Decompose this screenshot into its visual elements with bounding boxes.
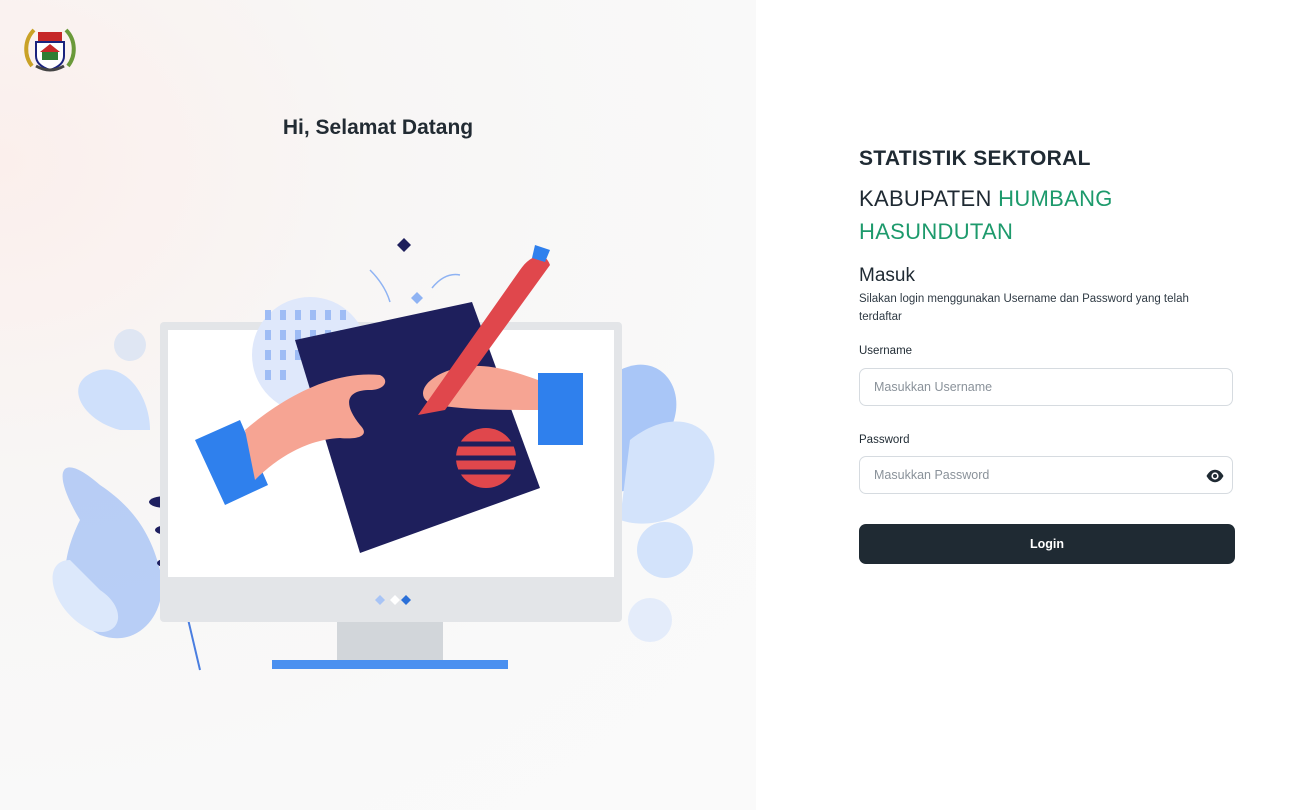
welcome-title: Hi, Selamat Datang bbox=[282, 116, 474, 139]
login-heading: Masuk bbox=[859, 265, 915, 286]
welcome-panel: Hi, Selamat Datang bbox=[0, 0, 756, 810]
username-input[interactable] bbox=[859, 368, 1233, 406]
monitor-signing-illustration bbox=[52, 238, 715, 671]
password-label: Password bbox=[859, 434, 910, 446]
login-panel: STATISTIK SEKTORAL KABUPATEN HUMBANG HAS… bbox=[756, 0, 1296, 810]
username-label: Username bbox=[859, 345, 913, 357]
eye-icon[interactable] bbox=[1205, 466, 1225, 486]
login-description: Silakan login menggunakan Username dan P… bbox=[859, 293, 1189, 323]
region-prefix: KABUPATEN bbox=[859, 186, 992, 211]
password-input[interactable] bbox=[859, 456, 1233, 494]
app-title: STATISTIK SEKTORAL bbox=[859, 147, 1091, 170]
login-button[interactable]: Login bbox=[859, 524, 1235, 564]
regency-emblem-icon bbox=[24, 28, 76, 72]
region-title: KABUPATEN HUMBANG HASUNDUTAN bbox=[859, 182, 1189, 248]
